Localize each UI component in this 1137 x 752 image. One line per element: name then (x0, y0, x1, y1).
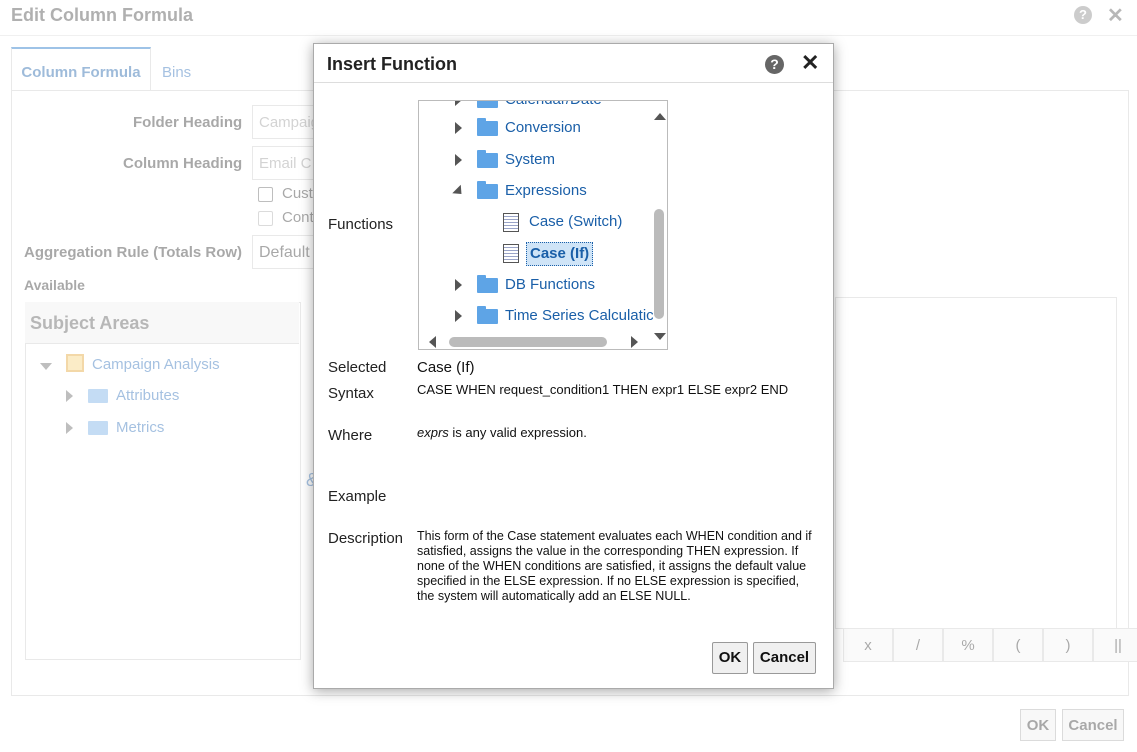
help-icon[interactable]: ? (1074, 6, 1092, 24)
formula-editor[interactable] (835, 297, 1117, 629)
tree-item-expressions[interactable]: Expressions (452, 180, 655, 202)
title-divider (0, 35, 1137, 36)
functions-tree[interactable]: Calendar/Date Conversion System Expressi… (418, 100, 668, 350)
contains-checkbox[interactable] (258, 211, 273, 226)
selected-label: Selected (328, 359, 387, 376)
collapse-icon[interactable] (40, 363, 52, 370)
tree-item-label: Calendar/Date (505, 101, 602, 111)
folder-heading-input[interactable]: Campaig (252, 105, 322, 139)
question-circle-icon[interactable]: ? (765, 55, 784, 74)
where-text: is any valid expression. (448, 425, 587, 440)
tree-item-case-if[interactable]: Case (If) (503, 242, 653, 266)
selected-value: Case (If) (417, 359, 475, 376)
cancel-button[interactable]: Cancel (753, 642, 816, 674)
tree-item-metrics[interactable]: Metrics (116, 419, 164, 436)
expand-icon[interactable] (66, 390, 73, 402)
tree-item-conversion[interactable]: Conversion (455, 117, 655, 139)
tree-item-db-functions[interactable]: DB Functions (455, 274, 655, 296)
multiply-button[interactable]: x (843, 628, 893, 662)
tree-item-label: Time Series Calculatic (505, 307, 653, 324)
description-value: This form of the Case statement evaluate… (417, 529, 812, 603)
where-value: exprs is any valid expression. (417, 425, 587, 440)
where-term: exprs (417, 425, 449, 440)
expand-icon[interactable] (455, 154, 462, 166)
dialog-title: Insert Function (327, 54, 457, 74)
aggregation-rule-select[interactable]: Default ( (252, 235, 322, 269)
column-heading-input[interactable]: Email C (252, 146, 322, 180)
example-label: Example (328, 488, 387, 505)
title-divider (314, 82, 833, 83)
tree-item-attributes[interactable]: Attributes (116, 387, 179, 404)
tree-item-campaign-analysis[interactable]: Campaign Analysis (92, 356, 220, 373)
contains-label: Cont (282, 209, 314, 226)
folder-icon (477, 181, 498, 199)
folder-icon (477, 306, 498, 324)
tab-column-formula[interactable]: Column Formula (11, 47, 151, 90)
expand-icon[interactable] (455, 279, 462, 291)
folder-icon (477, 275, 498, 293)
functions-label: Functions (328, 216, 394, 233)
tree-item-label: Expressions (505, 182, 587, 199)
available-label: Available (24, 277, 85, 293)
folder-icon (88, 421, 108, 435)
expand-icon[interactable] (66, 422, 73, 434)
folder-heading-label: Folder Heading (133, 114, 243, 131)
operator-bar: x / % ( ) || (843, 628, 1137, 662)
description-label: Description (328, 530, 404, 547)
expand-icon[interactable] (455, 310, 462, 322)
ok-button[interactable]: OK (712, 642, 748, 674)
horizontal-scrollbar[interactable] (449, 337, 607, 347)
expand-icon[interactable] (455, 101, 462, 106)
custom-headings-label: Cust (282, 185, 313, 202)
close-icon[interactable]: ✕ (801, 51, 819, 75)
tree-item-label: Case (If) (526, 242, 594, 266)
syntax-label: Syntax (328, 385, 374, 402)
folder-icon (477, 118, 498, 136)
cancel-button[interactable]: Cancel (1062, 709, 1124, 741)
open-paren-button[interactable]: ( (993, 628, 1043, 662)
tree-item-label: DB Functions (505, 276, 596, 293)
concat-button[interactable]: || (1093, 628, 1137, 662)
dialog-title: Edit Column Formula (11, 5, 193, 25)
vertical-scrollbar[interactable] (654, 209, 664, 319)
insert-function-dialog: Insert Function ? ✕ Functions Calendar/D… (313, 43, 834, 689)
folder-icon (88, 389, 108, 403)
folder-icon (477, 101, 498, 108)
syntax-value: CASE WHEN request_condition1 THEN expr1 … (417, 382, 789, 397)
tree-item-label: System (505, 151, 556, 168)
where-label: Where (328, 427, 373, 444)
expand-icon[interactable] (455, 122, 462, 134)
close-paren-button[interactable]: ) (1043, 628, 1093, 662)
tree-item-case-switch[interactable]: Case (Switch) (503, 211, 653, 233)
tree-item-time-series[interactable]: Time Series Calculatic (455, 305, 653, 327)
collapse-icon[interactable] (452, 184, 466, 199)
tree-item-system[interactable]: System (455, 149, 655, 171)
tree-item-label: Case (Switch) (529, 213, 623, 230)
subject-area-icon (66, 354, 84, 372)
function-icon (503, 213, 519, 232)
scroll-up-icon[interactable] (654, 113, 666, 120)
ok-button[interactable]: OK (1020, 709, 1056, 741)
scroll-down-icon[interactable] (654, 333, 666, 340)
close-icon[interactable]: ✕ (1107, 3, 1124, 28)
aggregation-rule-label: Aggregation Rule (Totals Row) (24, 244, 243, 261)
folder-icon (477, 150, 498, 168)
percent-button[interactable]: % (943, 628, 993, 662)
scroll-right-icon[interactable] (631, 336, 638, 348)
tab-bins[interactable]: Bins (162, 64, 191, 81)
scroll-left-icon[interactable] (429, 336, 436, 348)
tree-item-label: Conversion (505, 119, 581, 136)
divide-button[interactable]: / (893, 628, 943, 662)
function-icon (503, 244, 519, 263)
subject-areas-title: Subject Areas (25, 302, 299, 344)
custom-headings-checkbox[interactable] (258, 187, 273, 202)
column-heading-label: Column Heading (123, 155, 243, 172)
